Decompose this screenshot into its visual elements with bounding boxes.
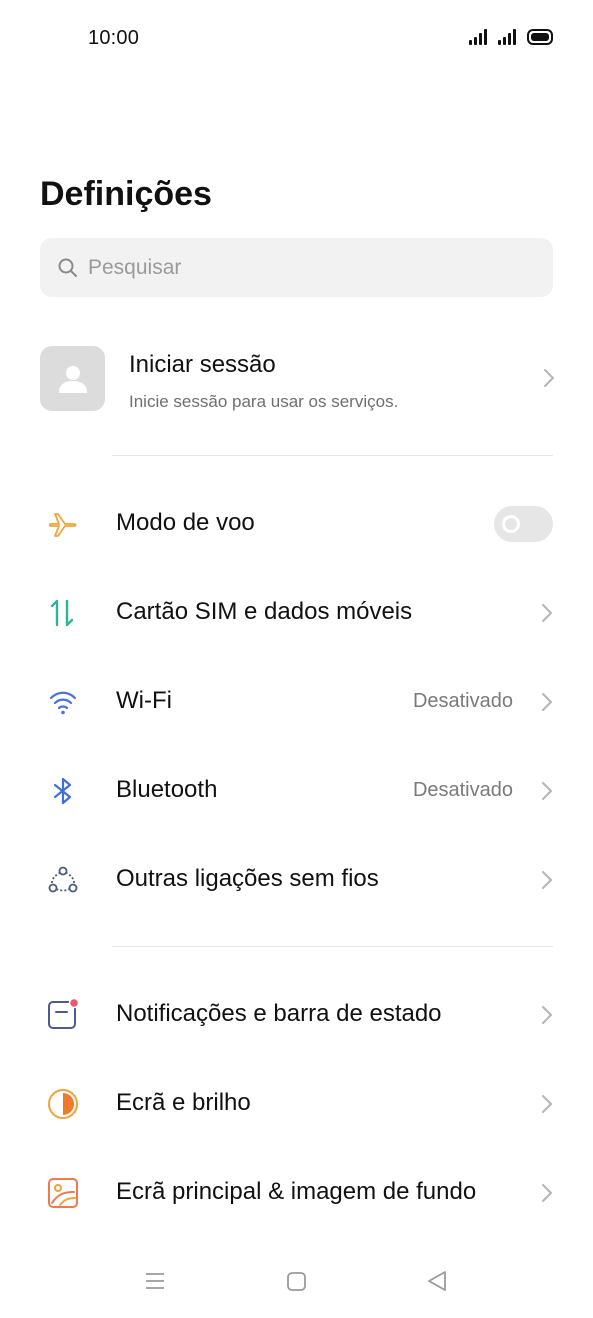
signal-icon	[469, 29, 487, 45]
status-bar: 10:00	[0, 0, 593, 78]
chevron-right-icon	[541, 1183, 553, 1203]
divider	[112, 946, 553, 947]
connections-icon	[46, 863, 80, 897]
status-icons	[469, 29, 555, 45]
chevron-right-icon	[541, 1094, 553, 1114]
row-bluetooth[interactable]: Bluetooth Desativado	[0, 760, 593, 820]
airplane-mode-toggle[interactable]	[494, 506, 553, 542]
row-label: Modo de voo	[116, 509, 255, 536]
account-subtitle: Inicie sessão para usar os serviços.	[129, 392, 399, 411]
signal-icon	[498, 29, 516, 45]
account-title: Iniciar sessão	[129, 351, 276, 378]
chevron-right-icon	[541, 603, 553, 623]
navigation-bar	[0, 1260, 593, 1304]
wifi-icon	[46, 685, 80, 719]
brightness-icon	[46, 1087, 80, 1121]
chevron-right-icon	[541, 870, 553, 890]
user-icon	[58, 365, 87, 393]
row-home-wallpaper[interactable]: Ecrã principal & imagem de fundo	[0, 1162, 593, 1222]
wifi-status-value: Desativado	[412, 690, 513, 712]
row-other-wireless[interactable]: Outras ligações sem fios	[0, 849, 593, 909]
divider	[112, 455, 553, 456]
airplane-icon	[46, 507, 80, 541]
back-icon[interactable]	[424, 1268, 450, 1294]
account-sign-in-row[interactable]: Iniciar sessão Inicie sessão para usar o…	[40, 346, 555, 413]
row-label: Cartão SIM e dados móveis	[116, 598, 413, 625]
row-label: Wi-Fi	[116, 687, 172, 714]
wallpaper-icon	[46, 1176, 80, 1210]
row-label: Ecrã e brilho	[116, 1089, 251, 1116]
menu-icon[interactable]	[142, 1268, 168, 1294]
notification-icon	[46, 998, 80, 1032]
row-display-brightness[interactable]: Ecrã e brilho	[0, 1073, 593, 1133]
row-sim-mobile-data[interactable]: Cartão SIM e dados móveis	[0, 582, 593, 642]
chevron-right-icon	[541, 781, 553, 801]
row-airplane-mode[interactable]: Modo de voo	[0, 493, 593, 553]
bluetooth-status-value: Desativado	[412, 779, 513, 801]
sim-data-icon	[46, 596, 80, 630]
row-label: Bluetooth	[116, 776, 218, 803]
search-bar[interactable]	[40, 238, 553, 297]
search-icon	[57, 257, 79, 279]
row-label: Outras ligações sem fios	[116, 865, 379, 892]
chevron-right-icon	[541, 1005, 553, 1025]
chevron-right-icon	[541, 692, 553, 712]
chevron-right-icon	[543, 368, 555, 388]
row-label: Notificações e barra de estado	[116, 1000, 442, 1027]
avatar	[40, 346, 105, 411]
bluetooth-icon	[46, 774, 80, 808]
page-title: Definições	[40, 175, 212, 213]
row-wifi[interactable]: Wi-Fi Desativado	[0, 671, 593, 731]
status-time: 10:00	[88, 27, 140, 49]
row-notifications[interactable]: Notificações e barra de estado	[0, 984, 593, 1044]
battery-icon	[527, 29, 553, 45]
search-input[interactable]	[88, 255, 508, 280]
toggle-knob	[502, 515, 520, 533]
row-label: Ecrã principal & imagem de fundo	[116, 1178, 477, 1205]
home-icon[interactable]	[283, 1268, 309, 1294]
